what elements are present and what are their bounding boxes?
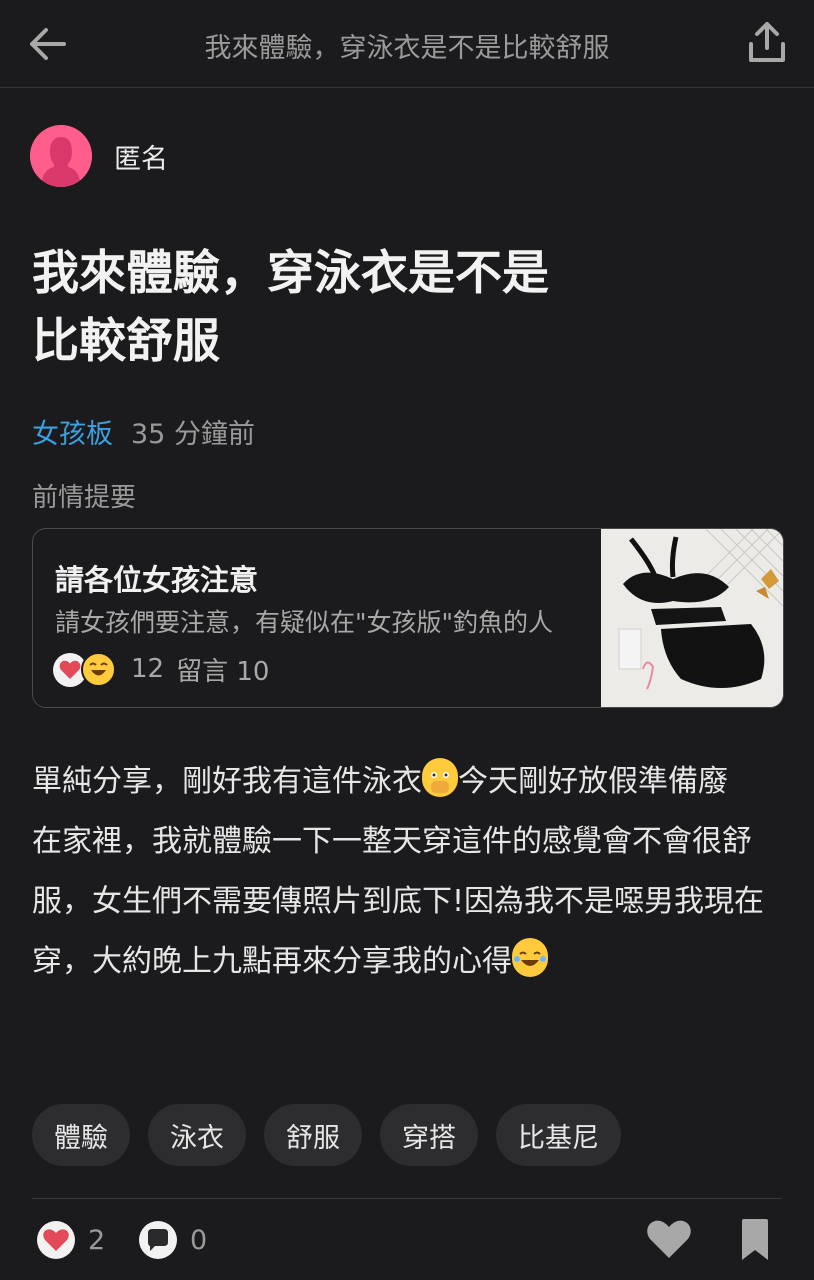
author-row[interactable]: 匿名 bbox=[30, 124, 168, 188]
tag-chip[interactable]: 泳衣 bbox=[148, 1104, 246, 1166]
body-text-segment: 單純分享，剛好我有這件泳衣 bbox=[32, 764, 422, 799]
post-title: 我來體驗，穿泳衣是不是 比較舒服 bbox=[32, 240, 732, 376]
referenced-post-title: 請各位女孩注意 bbox=[55, 563, 259, 597]
post-meta: 女孩板 35 分鐘前 bbox=[32, 415, 255, 455]
like-button-heart-icon[interactable] bbox=[646, 1218, 692, 1260]
bottom-action-bar: 2 0 bbox=[0, 1212, 814, 1272]
referenced-post-stats: 12 留言 10 bbox=[53, 649, 269, 689]
female-avatar-icon[interactable] bbox=[30, 125, 92, 187]
tears-of-joy-emoji-icon bbox=[512, 938, 548, 977]
shocked-face-emoji-icon bbox=[422, 758, 458, 797]
post-body-paragraph: 在家裡，我就體驗一下一整天穿這件的感覺會不會很舒服，女生們不需要傳照片到底下!因… bbox=[32, 812, 782, 992]
divider bbox=[32, 1198, 782, 1199]
comment-stat[interactable]: 0 bbox=[138, 1220, 207, 1260]
share-icon[interactable] bbox=[746, 20, 788, 66]
board-link[interactable]: 女孩板 bbox=[32, 419, 113, 450]
back-arrow-icon[interactable] bbox=[24, 22, 72, 66]
heart-reaction-icon bbox=[37, 1221, 75, 1259]
comment-bubble-icon bbox=[139, 1221, 177, 1259]
body-text-segment: 今天剛好放假準備廢 bbox=[458, 764, 728, 799]
referenced-post-card[interactable]: 請各位女孩注意 請女孩們要注意，有疑似在"女孩版"釣魚的人 12 留言 10 bbox=[32, 528, 784, 708]
laugh-reaction-icon bbox=[81, 652, 116, 687]
comment-count: 0 bbox=[190, 1224, 208, 1256]
like-stat[interactable]: 2 bbox=[36, 1220, 105, 1260]
body-text-segment: 在家裡，我就體驗一下一整天穿這件的感覺會不會很舒服，女生們不需要傳照片到底下!因… bbox=[32, 824, 765, 979]
top-bar: 我來體驗，穿泳衣是不是比較舒服 bbox=[0, 0, 814, 88]
tag-list: 體驗 泳衣 舒服 穿搭 比基尼 bbox=[32, 1104, 621, 1166]
post-body-paragraph: 單純分享，剛好我有這件泳衣 今天剛好放假準備廢 bbox=[32, 752, 782, 812]
post-body: 單純分享，剛好我有這件泳衣 今天剛好放假準備廢 在家裡，我就體驗一下一整天穿這件的… bbox=[32, 752, 782, 992]
bookmark-icon[interactable] bbox=[738, 1218, 772, 1262]
tag-chip[interactable]: 比基尼 bbox=[496, 1104, 621, 1166]
previous-summary-label: 前情提要 bbox=[32, 483, 137, 513]
reaction-count: 12 bbox=[131, 654, 165, 684]
comment-count: 留言 10 bbox=[176, 656, 270, 687]
author-name[interactable]: 匿名 bbox=[114, 137, 168, 176]
like-count: 2 bbox=[88, 1224, 106, 1256]
tag-chip[interactable]: 穿搭 bbox=[380, 1104, 478, 1166]
nav-title: 我來體驗，穿泳衣是不是比較舒服 bbox=[204, 33, 610, 64]
post-title-line: 比較舒服 bbox=[32, 314, 220, 369]
reaction-icons bbox=[53, 651, 123, 687]
tag-chip[interactable]: 舒服 bbox=[264, 1104, 362, 1166]
tag-chip[interactable]: 體驗 bbox=[32, 1104, 130, 1166]
post-time: 35 分鐘前 bbox=[131, 419, 255, 450]
referenced-post-excerpt: 請女孩們要注意，有疑似在"女孩版"釣魚的人 bbox=[55, 608, 553, 637]
swimsuit-thumbnail bbox=[601, 529, 783, 707]
post-title-line: 我來體驗，穿泳衣是不是 bbox=[32, 246, 549, 301]
